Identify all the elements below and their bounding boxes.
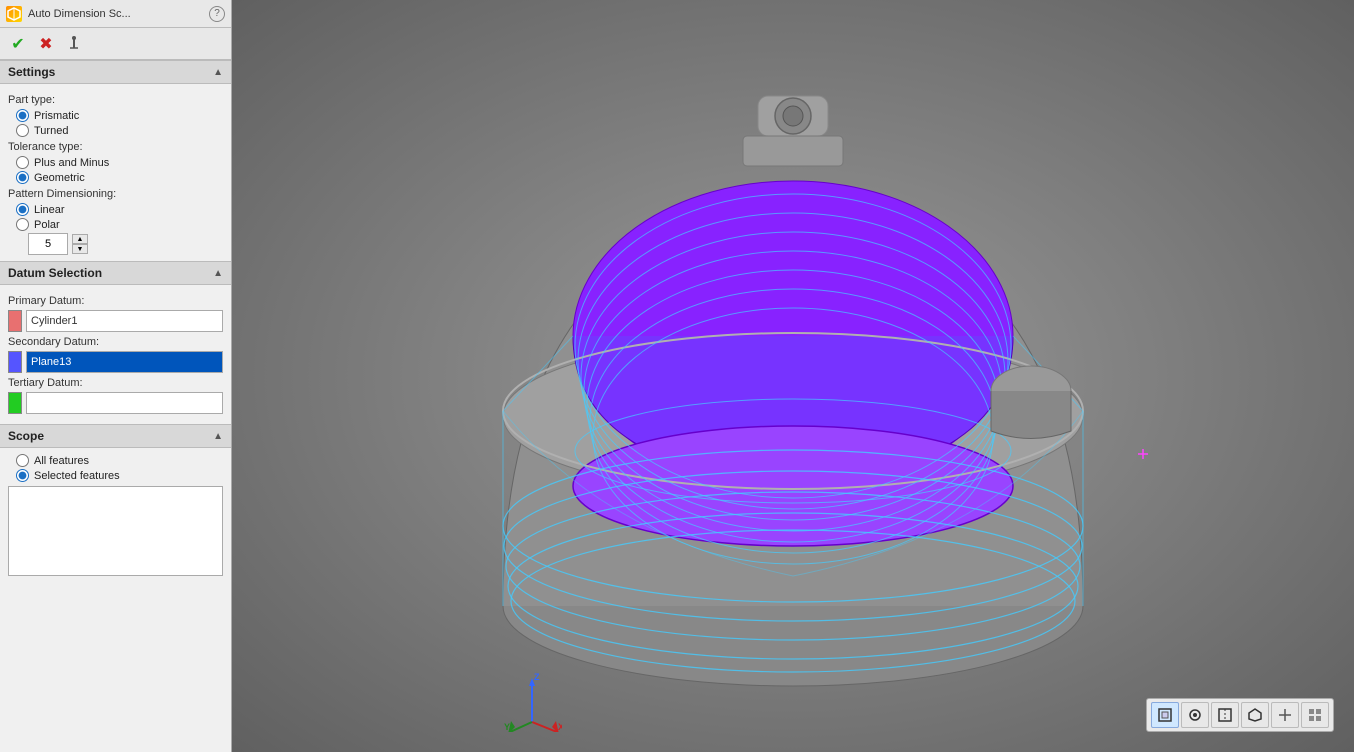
radio-plus-minus[interactable]: Plus and Minus [16,156,223,169]
secondary-datum-input[interactable] [26,351,223,373]
part-view [232,0,1354,752]
radio-polar[interactable]: Polar [16,218,223,231]
scope-section-content: All features Selected features [0,448,231,586]
tolerance-type-label: Tolerance type: [8,141,223,153]
datum-section-header[interactable]: Datum Selection ▲ [0,261,231,285]
settings-collapse-arrow: ▲ [213,67,223,78]
radio-prismatic[interactable]: Prismatic [16,109,223,122]
secondary-datum-row [8,351,223,373]
left-panel: Auto Dimension Sc... ? ✔ ✖ Settings ▲ Pa… [0,0,232,752]
ok-button[interactable]: ✔ [6,32,30,56]
tolerance-type-group: Plus and Minus Geometric [16,156,223,184]
radio-geometric[interactable]: Geometric [16,171,223,184]
primary-datum-label: Primary Datum: [8,295,223,307]
settings-section-content: Part type: Prismatic Turned Tolerance ty… [0,84,231,261]
radio-plus-minus-input[interactable] [16,156,29,169]
radio-turned-input[interactable] [16,124,29,137]
dialog-toolbar: ✔ ✖ [0,28,231,60]
radio-selected-features-label: Selected features [34,470,120,482]
radio-selected-features-input[interactable] [16,469,29,482]
radio-geometric-input[interactable] [16,171,29,184]
viewport-toolbar [1146,698,1334,732]
radio-prismatic-label: Prismatic [34,110,79,122]
tertiary-datum-swatch [8,392,22,414]
pin-button[interactable] [62,32,86,56]
vp-btn-front[interactable] [1181,702,1209,728]
viewport: Z X Y [232,0,1354,752]
radio-selected-features[interactable]: Selected features [16,469,223,482]
datum-section-label: Datum Selection [8,266,102,280]
radio-geometric-label: Geometric [34,172,85,184]
app-icon [6,6,22,22]
cancel-button[interactable]: ✖ [34,32,58,56]
part-svg [403,36,1183,716]
radio-plus-minus-label: Plus and Minus [34,157,109,169]
primary-datum-input[interactable] [26,310,223,332]
radio-linear-input[interactable] [16,203,29,216]
svg-text:Y: Y [504,722,510,732]
radio-turned-label: Turned [34,125,68,137]
secondary-datum-label: Secondary Datum: [8,336,223,348]
help-button[interactable]: ? [209,6,225,22]
scope-collapse-arrow: ▲ [213,431,223,442]
svg-text:Z: Z [534,672,540,682]
panel-content: Settings ▲ Part type: Prismatic Turned T… [0,60,231,752]
part-type-group: Prismatic Turned [16,109,223,137]
spinner-up-button[interactable]: ▲ [72,234,88,244]
polar-spinner-input[interactable] [28,233,68,255]
vp-btn-section[interactable] [1211,702,1239,728]
primary-datum-row [8,310,223,332]
tertiary-datum-input[interactable] [26,392,223,414]
dialog-title: Auto Dimension Sc... [28,8,203,20]
radio-all-features-input[interactable] [16,454,29,467]
radio-linear-label: Linear [34,204,65,216]
radio-polar-input[interactable] [16,218,29,231]
settings-section-header[interactable]: Settings ▲ [0,60,231,84]
tertiary-datum-row [8,392,223,414]
radio-turned[interactable]: Turned [16,124,223,137]
scope-radio-group: All features Selected features [16,454,223,482]
radio-all-features[interactable]: All features [16,454,223,467]
vp-btn-box[interactable] [1151,702,1179,728]
pattern-dim-label: Pattern Dimensioning: [8,188,223,200]
tertiary-datum-label: Tertiary Datum: [8,377,223,389]
scope-section-label: Scope [8,429,44,443]
polar-spinner-row: ▲ ▼ [28,233,223,255]
axis-indicator: Z X Y [502,672,562,732]
radio-all-features-label: All features [34,455,89,467]
settings-section-label: Settings [8,65,55,79]
radio-linear[interactable]: Linear [16,203,223,216]
secondary-datum-swatch [8,351,22,373]
part-type-label: Part type: [8,94,223,106]
radio-prismatic-input[interactable] [16,109,29,122]
datum-collapse-arrow: ▲ [213,268,223,279]
title-bar: Auto Dimension Sc... ? [0,0,231,28]
vp-btn-zoom[interactable] [1271,702,1299,728]
scope-feature-list[interactable] [8,486,223,576]
scope-section-header[interactable]: Scope ▲ [0,424,231,448]
vp-btn-iso[interactable] [1241,702,1269,728]
polar-spinner-buttons: ▲ ▼ [72,234,88,254]
vp-btn-grid[interactable] [1301,702,1329,728]
spinner-down-button[interactable]: ▼ [72,244,88,254]
pattern-type-group: Linear Polar [16,203,223,231]
datum-section-content: Primary Datum: Secondary Datum: Tertiary… [0,285,231,424]
radio-polar-label: Polar [34,219,60,231]
svg-text:X: X [558,722,562,732]
primary-datum-swatch [8,310,22,332]
